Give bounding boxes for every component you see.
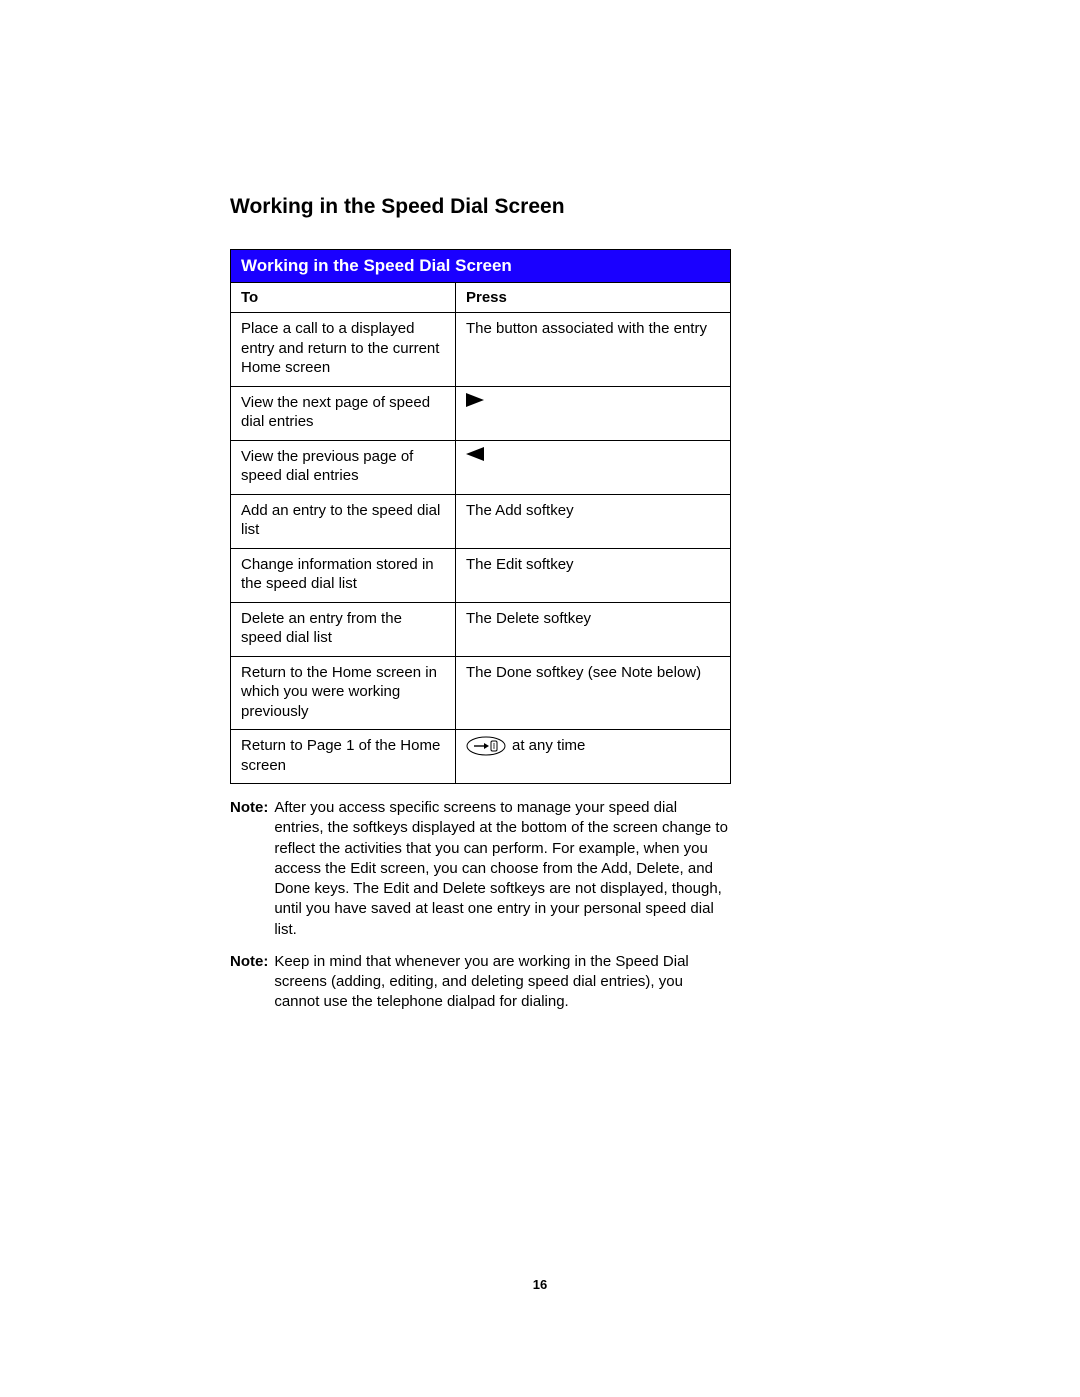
note-body: Keep in mind that whenever you are worki…	[274, 952, 730, 1013]
triangle-right-icon	[466, 393, 720, 407]
cell-press	[456, 440, 731, 494]
triangle-left-icon	[466, 447, 720, 461]
table-row: Place a call to a displayed entry and re…	[231, 313, 731, 387]
cell-to: Return to the Home screen in which you w…	[231, 656, 456, 730]
table-title-row: Working in the Speed Dial Screen	[231, 250, 731, 283]
page-number: 16	[0, 1277, 1080, 1292]
cell-to: Return to Page 1 of the Home screen	[231, 730, 456, 784]
table-row: Return to the Home screen in which you w…	[231, 656, 731, 730]
cell-press: The Done softkey (see Note below)	[456, 656, 731, 730]
cell-press-suffix: at any time	[512, 736, 585, 756]
col-header-to: To	[231, 283, 456, 313]
note-body: After you access specific screens to man…	[274, 798, 730, 940]
table-title: Working in the Speed Dial Screen	[231, 250, 731, 283]
cell-press: The Delete softkey	[456, 602, 731, 656]
cell-press: The button associated with the entry	[456, 313, 731, 387]
table-row: Return to Page 1 of the Home screen	[231, 730, 731, 784]
cell-press	[456, 386, 731, 440]
table-row: Delete an entry from the speed dial list…	[231, 602, 731, 656]
table-row: View the previous page of speed dial ent…	[231, 440, 731, 494]
notes-section: Note: After you access specific screens …	[230, 798, 730, 1013]
table-row: Add an entry to the speed dial list The …	[231, 494, 731, 548]
cell-to: Add an entry to the speed dial list	[231, 494, 456, 548]
cell-press: at any time	[456, 730, 731, 784]
phone-exit-icon	[466, 736, 506, 756]
speed-dial-table: Working in the Speed Dial Screen To Pres…	[230, 249, 731, 784]
table-row: View the next page of speed dial entries	[231, 386, 731, 440]
cell-to: View the previous page of speed dial ent…	[231, 440, 456, 494]
cell-to: Place a call to a displayed entry and re…	[231, 313, 456, 387]
section-heading: Working in the Speed Dial Screen	[230, 195, 850, 219]
col-header-press: Press	[456, 283, 731, 313]
table-row: Change information stored in the speed d…	[231, 548, 731, 602]
cell-press: The Add softkey	[456, 494, 731, 548]
note-block: Note: Keep in mind that whenever you are…	[230, 952, 730, 1013]
table-header-row: To Press	[231, 283, 731, 313]
note-label: Note:	[230, 798, 274, 940]
cell-to: View the next page of speed dial entries	[231, 386, 456, 440]
cell-press: The Edit softkey	[456, 548, 731, 602]
cell-to: Delete an entry from the speed dial list	[231, 602, 456, 656]
cell-to: Change information stored in the speed d…	[231, 548, 456, 602]
note-block: Note: After you access specific screens …	[230, 798, 730, 940]
document-page: Working in the Speed Dial Screen Working…	[0, 0, 1080, 1397]
note-label: Note:	[230, 952, 274, 1013]
